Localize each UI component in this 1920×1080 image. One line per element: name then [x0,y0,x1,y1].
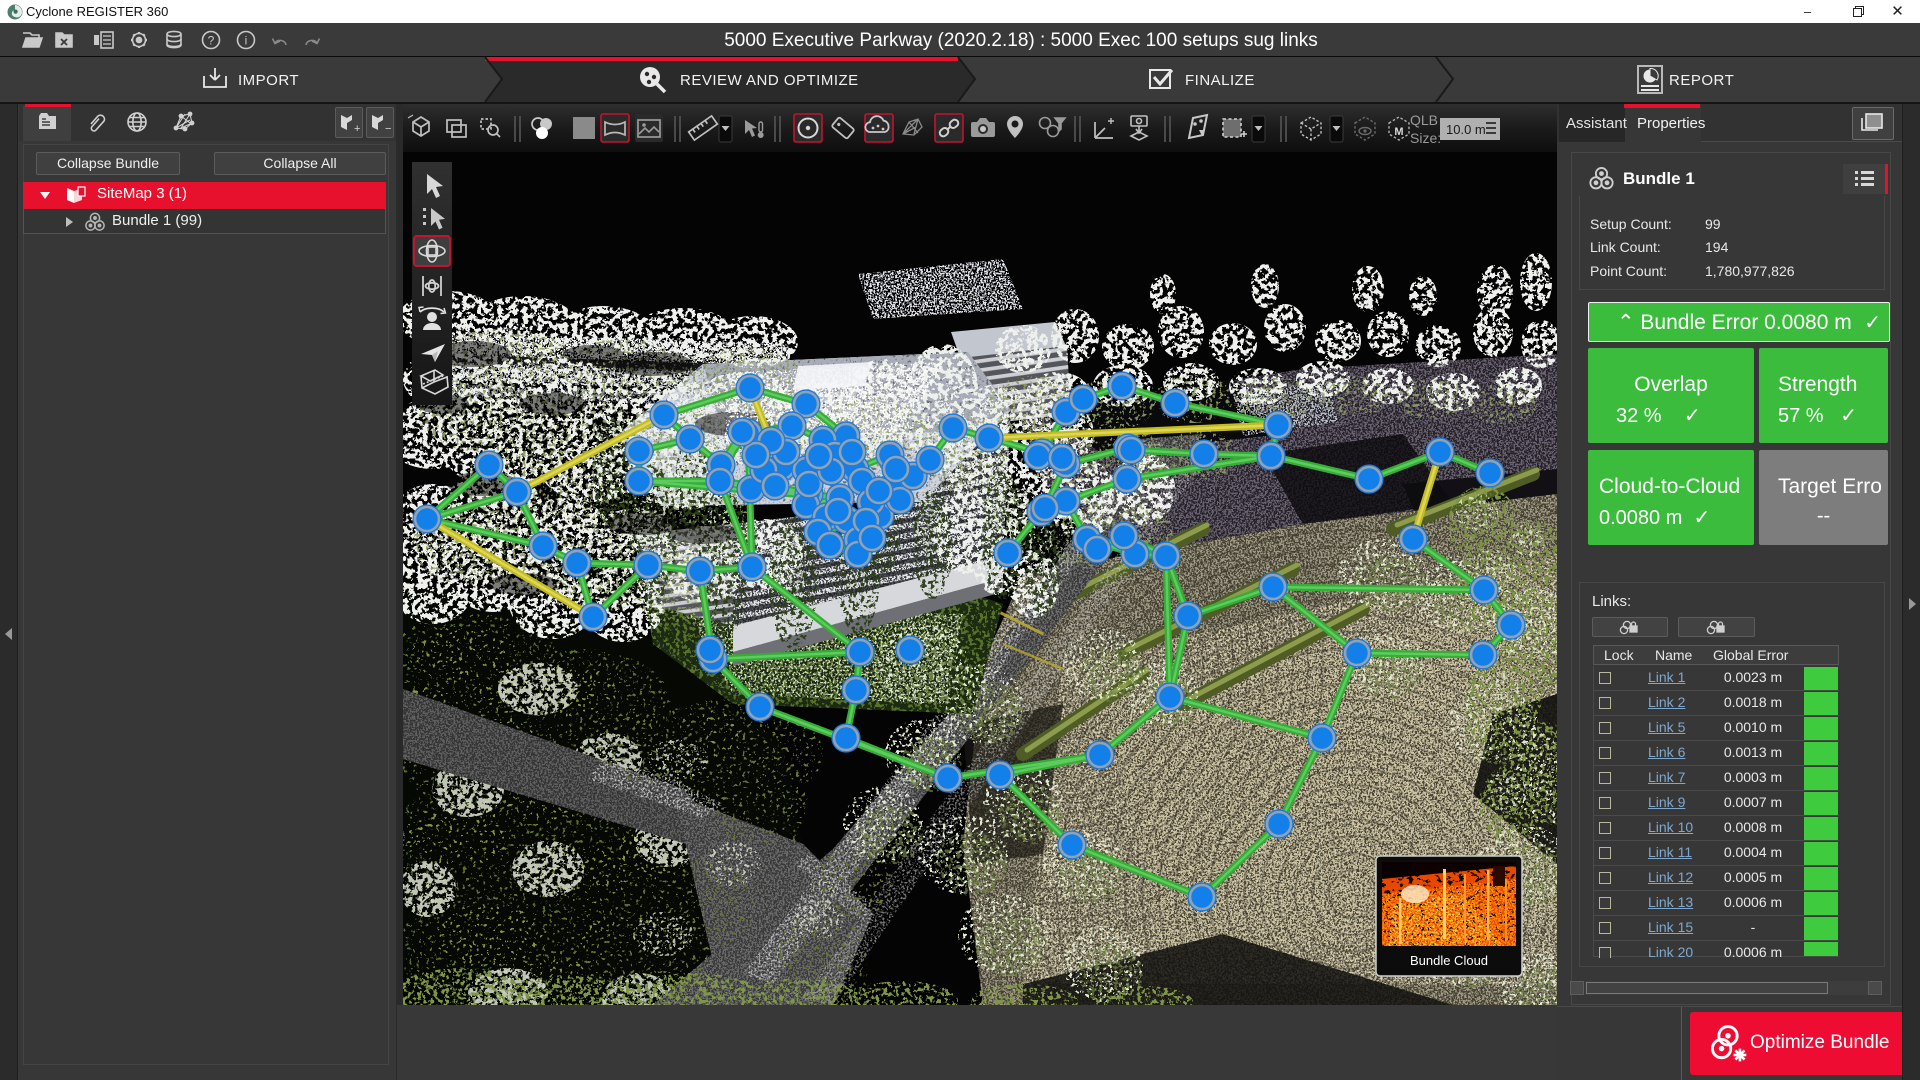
svg-text:i: i [245,34,248,48]
svg-text:10.0 m: 10.0 m [1446,122,1486,137]
svg-text:Size:: Size: [1410,130,1441,146]
svg-text:−: − [385,123,391,135]
svg-text:?: ? [208,34,215,48]
svg-text:M: M [1394,126,1403,138]
svg-text:QLB: QLB [1410,112,1438,128]
svg-text:Bundle Cloud: Bundle Cloud [1410,953,1488,968]
svg-text:+: + [354,123,360,135]
